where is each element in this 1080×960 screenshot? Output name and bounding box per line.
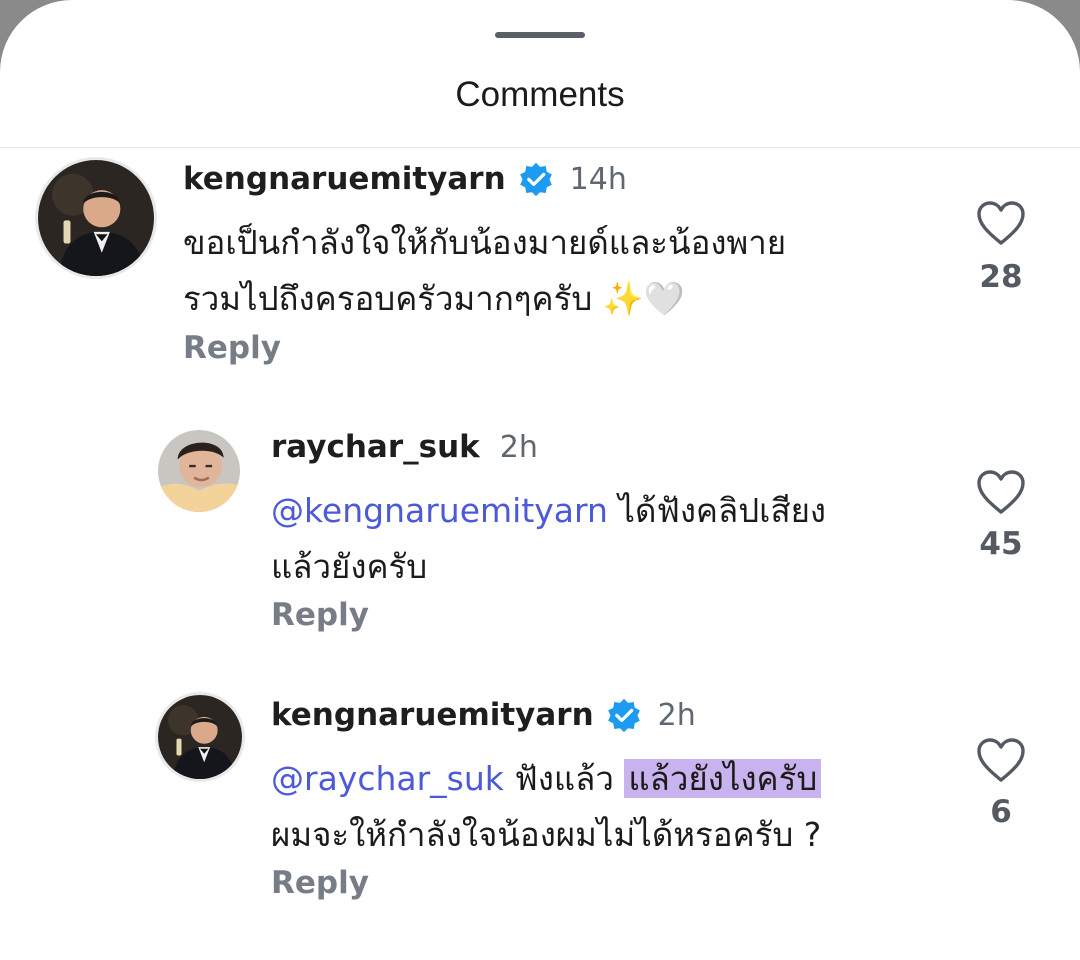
heart-icon[interactable]: [976, 200, 1026, 246]
drag-handle[interactable]: [495, 32, 585, 38]
avatar[interactable]: [155, 692, 245, 782]
avatar-image: [158, 695, 242, 779]
mention-link[interactable]: @kengnaruemityarn: [271, 491, 608, 530]
avatar[interactable]: [158, 430, 240, 512]
heart-icon[interactable]: [976, 469, 1026, 515]
mention-link[interactable]: @raychar_suk: [271, 759, 504, 798]
comment-username[interactable]: raychar_suk: [271, 429, 480, 465]
reply-button[interactable]: Reply: [183, 328, 281, 368]
comment-text-line: @kengnaruemityarn ได้ฟังคลิปเสียง: [271, 483, 826, 539]
comment-time: 2h: [657, 697, 696, 733]
highlighted-text: แล้วยังไงครับ: [624, 759, 822, 798]
like-count: 6: [990, 794, 1012, 830]
like-count: 28: [979, 259, 1023, 295]
verified-badge-icon: [518, 161, 554, 197]
comment-text-line: รวมไปถึงครอบครัวมากๆครับ ✨🤍: [183, 279, 685, 318]
comment-text-segment: ฟังแล้ว: [503, 759, 625, 798]
avatar-image: [158, 430, 240, 512]
comment-text-line: @raychar_suk ฟังแล้ว แล้วยังไงครับ: [271, 751, 822, 807]
comment-username[interactable]: kengnaruemityarn: [183, 161, 506, 197]
comment-text-line: ผมจะให้กำลังใจน้องผมไม่ได้หรอครับ ?: [271, 815, 822, 854]
comments-sheet: Comments kengnaruemityarn 14h ขอเป็นกำลั…: [0, 0, 1080, 960]
comment-text: @raychar_suk ฟังแล้ว แล้วยังไงครับ ผมจะใ…: [271, 751, 821, 863]
comment-username[interactable]: kengnaruemityarn: [271, 697, 594, 733]
comment-text-segment: ได้ฟังคลิปเสียง: [607, 491, 827, 530]
sheet-title: Comments: [455, 75, 625, 114]
avatar[interactable]: [35, 157, 157, 279]
avatar-image: [38, 160, 154, 276]
reply-button[interactable]: Reply: [271, 863, 369, 903]
reply-button[interactable]: Reply: [271, 595, 369, 635]
heart-icon[interactable]: [976, 737, 1026, 783]
comment-time: 14h: [569, 161, 627, 197]
verified-badge-icon: [606, 697, 642, 733]
comment-text-line: แล้วยังครับ: [271, 547, 428, 586]
like-count: 45: [979, 526, 1023, 562]
comment-text: ขอเป็นกำลังใจให้กับน้องมายด์และน้องพาย ร…: [183, 215, 786, 327]
comment-time: 2h: [499, 429, 538, 465]
header-divider: [0, 147, 1080, 148]
comment-text: @kengnaruemityarn ได้ฟังคลิปเสียง แล้วยั…: [271, 483, 826, 595]
comment-text-line: ขอเป็นกำลังใจให้กับน้องมายด์และน้องพาย: [183, 223, 787, 262]
